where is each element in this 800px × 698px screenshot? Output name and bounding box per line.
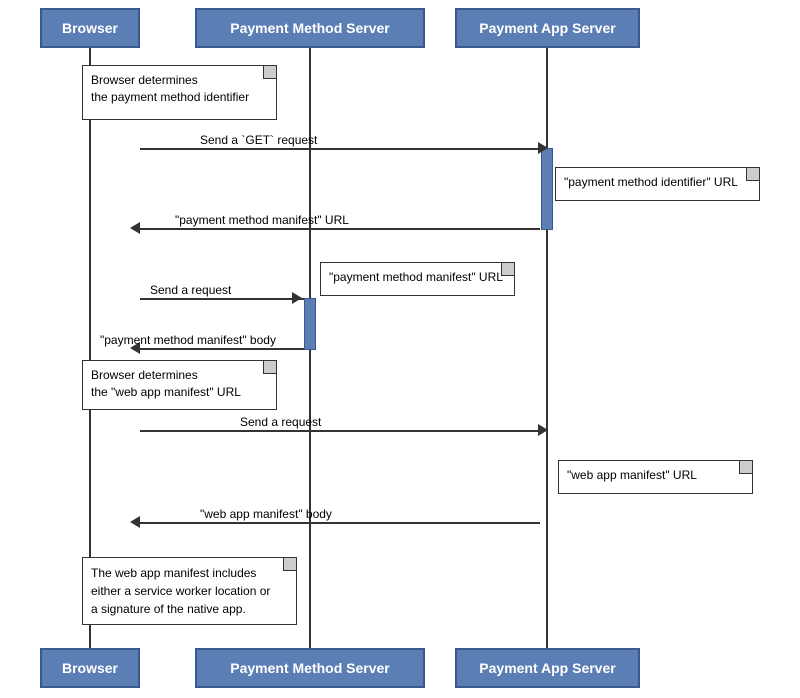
arrow-send-request-1-line [140,298,304,300]
note-browser-determines-webapp: Browser determinesthe "web app manifest"… [82,360,277,410]
payment-app-server-actor-top: Payment App Server [455,8,640,48]
arrow-manifest-body-line [140,348,304,350]
browser-actor-bottom: Browser [40,648,140,688]
note-payment-method-identifier-url: "payment method identifier" URL [555,167,760,201]
note-webapp-manifest-includes: The web app manifest includeseither a se… [82,557,297,625]
arrow-send-request-2-head [538,424,548,436]
arrow-manifest-url-head [130,222,140,234]
note-webapp-manifest-url: "web app manifest" URL [558,460,753,494]
activation-bar-2 [304,298,316,350]
arrow-send-request-2-label: Send a request [240,415,321,429]
arrow-manifest-url-label: "payment method manifest" URL [175,213,349,227]
arrow-send-request-2-line [140,430,540,432]
browser-actor-top: Browser [40,8,140,48]
note-browser-determines-payment-method: Browser determinesthe payment method ide… [82,65,277,120]
arrow-manifest-url-line [140,228,540,230]
arrow-webapp-body-head [130,516,140,528]
arrow-manifest-body-label: "payment method manifest" body [100,333,276,347]
activation-bar-1 [541,148,553,230]
note-payment-method-manifest-url: "payment method manifest" URL [320,262,515,296]
arrow-webapp-body-line [140,522,540,524]
payment-method-server-actor-bottom: Payment Method Server [195,648,425,688]
arrow-get-request-head [538,142,548,154]
payment-app-lifeline [546,48,548,650]
arrow-send-request-1-label: Send a request [150,283,231,297]
payment-app-server-actor-bottom: Payment App Server [455,648,640,688]
sequence-diagram: Browser Payment Method Server Payment Ap… [0,0,800,698]
arrow-get-request-label: Send a `GET` request [200,133,317,147]
arrow-get-request-line [140,148,540,150]
arrow-webapp-body-label: "web app manifest" body [200,507,332,521]
arrow-send-request-1-head [292,292,302,304]
payment-method-server-actor-top: Payment Method Server [195,8,425,48]
